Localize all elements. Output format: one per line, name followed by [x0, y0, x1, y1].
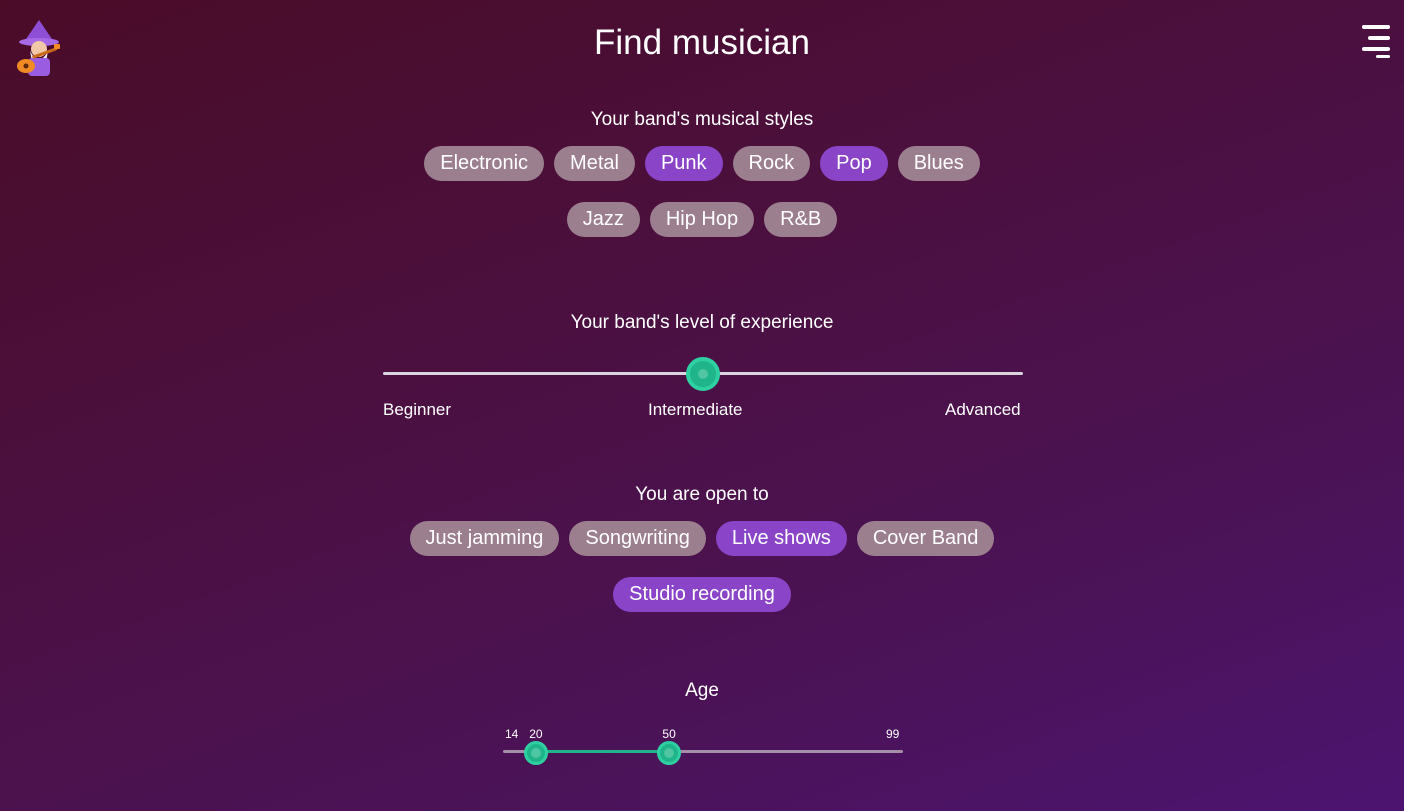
styles-row-1: Electronic Metal Punk Rock Pop Blues: [0, 146, 1404, 181]
open-chip-cover-band[interactable]: Cover Band: [856, 521, 995, 556]
style-chip-electronic[interactable]: Electronic: [424, 146, 545, 181]
level-label-beginner: Beginner: [383, 400, 452, 419]
styles-row-2: Jazz Hip Hop R&B: [0, 202, 1404, 237]
age-slider-high-handle[interactable]: [657, 741, 682, 765]
experience-label: Your band's level of experience: [570, 312, 834, 333]
menu-button[interactable]: [1356, 25, 1392, 59]
style-chip-jazz[interactable]: Jazz: [566, 202, 640, 237]
page-title: Find musician: [594, 23, 810, 62]
age-label: Age: [685, 680, 719, 701]
open-chip-studio-recording[interactable]: Studio recording: [613, 577, 791, 612]
age-low-value: 20: [529, 727, 543, 741]
style-chip-rnb[interactable]: R&B: [764, 202, 838, 237]
open-chip-just-jamming[interactable]: Just jamming: [409, 521, 560, 556]
open-to-row-2: Studio recording: [0, 577, 1404, 612]
age-min-label: 14: [505, 727, 519, 741]
age-slider-low-handle[interactable]: [524, 741, 549, 765]
age-high-value: 50: [662, 727, 676, 741]
experience-slider-handle[interactable]: [686, 357, 720, 391]
level-label-intermediate: Intermediate: [648, 400, 743, 419]
open-chip-live-shows[interactable]: Live shows: [715, 521, 847, 556]
style-chip-punk[interactable]: Punk: [644, 146, 723, 181]
open-to-label: You are open to: [635, 484, 769, 505]
age-max-label: 99: [886, 727, 900, 741]
style-chip-blues[interactable]: Blues: [897, 146, 980, 181]
style-chip-metal[interactable]: Metal: [554, 146, 635, 181]
style-chip-rock[interactable]: Rock: [732, 146, 811, 181]
style-chip-pop[interactable]: Pop: [820, 146, 888, 181]
styles-label: Your band's musical styles: [590, 109, 814, 130]
level-label-advanced: Advanced: [945, 400, 1021, 419]
style-chip-hip-hop[interactable]: Hip Hop: [649, 202, 755, 237]
open-to-row-1: Just jamming Songwriting Live shows Cove…: [0, 521, 1404, 556]
age-slider-range: [536, 750, 670, 753]
open-chip-songwriting[interactable]: Songwriting: [569, 521, 706, 556]
